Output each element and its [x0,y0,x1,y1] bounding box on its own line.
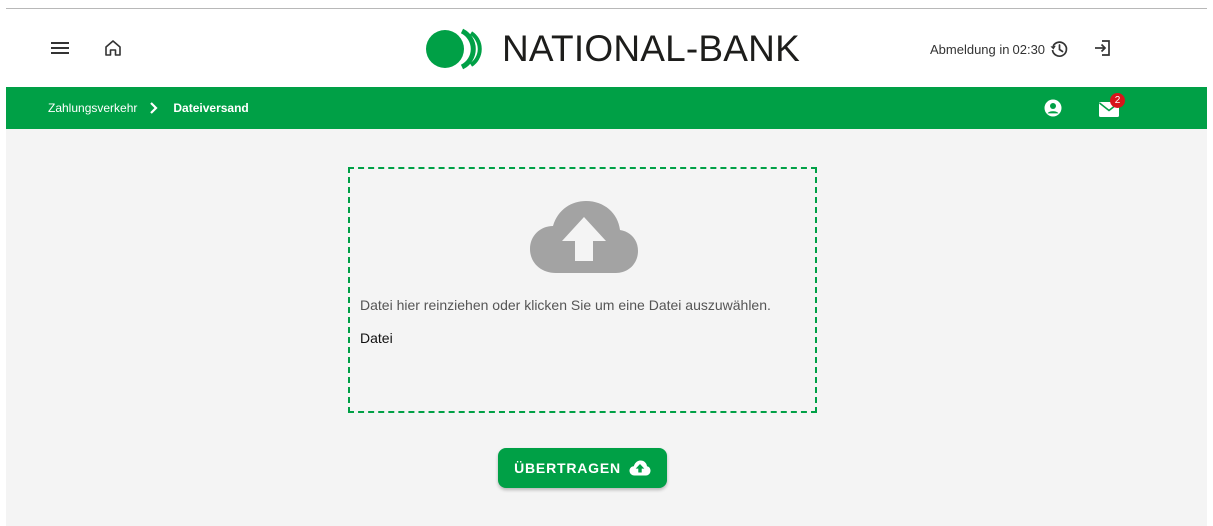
cloud-upload-icon [530,201,638,273]
breadcrumb-item-dateiversand: Dateiversand [173,101,249,115]
chevron-right-icon [149,102,161,114]
file-dropzone[interactable]: Datei hier reinziehen oder klicken Sie u… [348,167,817,413]
hamburger-menu-icon[interactable] [48,36,72,60]
brand-logo[interactable]: NATIONAL-BANK [424,27,800,71]
submit-transfer-button[interactable]: ÜBERTRAGEN [498,448,667,488]
breadcrumb-item-zahlungsverkehr[interactable]: Zahlungsverkehr [48,101,137,115]
cloud-upload-icon [629,460,651,476]
brand-name: NATIONAL-BANK [502,28,800,69]
submit-button-label: ÜBERTRAGEN [514,460,621,476]
green-navbar: Zahlungsverkehr Dateiversand 2 [6,87,1207,129]
session-label: Abmeldung in [930,41,1010,57]
home-icon[interactable] [101,36,125,60]
dropzone-hint: Datei hier reinziehen oder klicken Sie u… [360,297,771,313]
history-icon[interactable] [1049,39,1069,59]
brand-logo-mark-icon [426,28,482,70]
session-timer: Abmeldung in 02:30 [930,39,1069,59]
logout-icon[interactable] [1092,37,1114,59]
session-time: 02:30 [1012,41,1046,57]
file-label: Datei [360,330,393,346]
main-content: Datei hier reinziehen oder klicken Sie u… [6,129,1207,526]
app-header: NATIONAL-BANK Abmeldung in 02:30 [0,9,1213,87]
breadcrumb: Zahlungsverkehr Dateiversand [48,87,249,129]
user-circle-icon[interactable] [1043,98,1063,118]
mail-count-badge: 2 [1110,93,1125,108]
